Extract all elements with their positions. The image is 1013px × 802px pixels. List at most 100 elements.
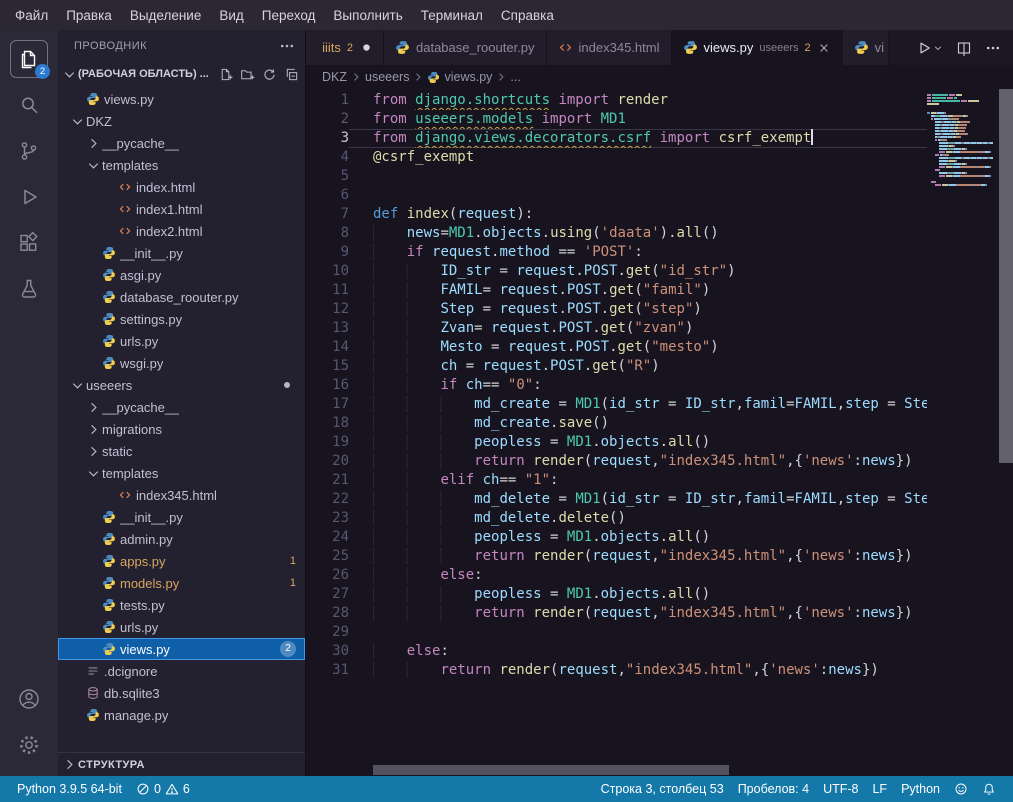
tree-item-urls-py[interactable]: urls.py bbox=[58, 616, 305, 638]
activity-source-control-button[interactable] bbox=[10, 132, 48, 170]
activity-extensions-button[interactable] bbox=[10, 224, 48, 262]
breadcrumb-item[interactable]: views.py bbox=[427, 70, 492, 84]
status-feedback[interactable] bbox=[947, 776, 975, 802]
tree-item-urls-py[interactable]: urls.py bbox=[58, 330, 305, 352]
menu-item[interactable]: Переход bbox=[253, 4, 325, 27]
status-language[interactable]: Python bbox=[894, 776, 947, 802]
tree-item-apps-py[interactable]: apps.py1 bbox=[58, 550, 305, 572]
code-line[interactable]: 4@csrf_exempt bbox=[306, 148, 927, 167]
code-line[interactable]: 6 bbox=[306, 186, 927, 205]
code-line[interactable]: 18 md_create.save() bbox=[306, 414, 927, 433]
status-encoding[interactable]: UTF-8 bbox=[816, 776, 865, 802]
status-python-version[interactable]: Python 3.9.5 64-bit bbox=[10, 776, 129, 802]
tree-item-manage-py[interactable]: manage.py bbox=[58, 704, 305, 726]
tree-item-useeers[interactable]: useeers bbox=[58, 374, 305, 396]
tab-index345-html[interactable]: index345.html bbox=[547, 30, 672, 65]
code-line[interactable]: 7def index(request): bbox=[306, 205, 927, 224]
menu-item[interactable]: Вид bbox=[210, 4, 252, 27]
breadcrumb-item[interactable]: DKZ bbox=[322, 70, 347, 84]
code-line[interactable]: 16 if ch== "0": bbox=[306, 376, 927, 395]
tree-item-init-py[interactable]: __init__.py bbox=[58, 242, 305, 264]
collapse-all-button[interactable] bbox=[284, 67, 299, 82]
tree-item-index345-html[interactable]: index345.html bbox=[58, 484, 305, 506]
menu-item[interactable]: Терминал bbox=[412, 4, 492, 27]
chevron-right-icon[interactable] bbox=[84, 134, 102, 152]
refresh-button[interactable] bbox=[262, 67, 277, 82]
menu-item[interactable]: Файл bbox=[6, 4, 57, 27]
tree-item-init-py[interactable]: __init__.py bbox=[58, 506, 305, 528]
breadcrumb-item[interactable]: ... bbox=[510, 70, 520, 84]
tree-item-static[interactable]: static bbox=[58, 440, 305, 462]
chevron-right-icon[interactable] bbox=[84, 420, 102, 438]
tree-item-index-html[interactable]: index.html bbox=[58, 176, 305, 198]
tab-database-roouter-py[interactable]: database_roouter.py bbox=[384, 30, 547, 65]
split-editor-button[interactable] bbox=[956, 40, 972, 56]
tab-vi[interactable]: vi bbox=[843, 30, 889, 65]
code-line[interactable]: 10 ID_str = request.POST.get("id_str") bbox=[306, 262, 927, 281]
code-line[interactable]: 14 Mesto = request.POST.get("mesto") bbox=[306, 338, 927, 357]
activity-settings-button[interactable] bbox=[10, 726, 48, 764]
activity-accounts-button[interactable] bbox=[10, 680, 48, 718]
tree-item-pycache[interactable]: __pycache__ bbox=[58, 396, 305, 418]
code-line[interactable]: 12 Step = request.POST.get("step") bbox=[306, 300, 927, 319]
code-line[interactable]: 30 else: bbox=[306, 642, 927, 661]
code-line[interactable]: 21 elif ch== "1": bbox=[306, 471, 927, 490]
tree-item-wsgi-py[interactable]: wsgi.py bbox=[58, 352, 305, 374]
tree-item-db-sqlite3[interactable]: db.sqlite3 bbox=[58, 682, 305, 704]
status-problems[interactable]: 06 bbox=[129, 776, 197, 802]
activity-testing-button[interactable] bbox=[10, 270, 48, 308]
chevron-down-icon[interactable] bbox=[84, 464, 102, 482]
tree-item-pycache[interactable]: __pycache__ bbox=[58, 132, 305, 154]
close-icon[interactable] bbox=[817, 41, 831, 55]
activity-search-button[interactable] bbox=[10, 86, 48, 124]
chevron-down-icon[interactable] bbox=[68, 112, 86, 130]
tree-item-tests-py[interactable]: tests.py bbox=[58, 594, 305, 616]
minimap[interactable] bbox=[927, 89, 999, 764]
tree-item-templates[interactable]: templates bbox=[58, 462, 305, 484]
code-line[interactable]: 15 ch = request.POST.get("R") bbox=[306, 357, 927, 376]
status-notifications-bell[interactable] bbox=[975, 776, 1003, 802]
tree-item-admin-py[interactable]: admin.py bbox=[58, 528, 305, 550]
code-line[interactable]: 8 news=MD1.objects.using('daata').all() bbox=[306, 224, 927, 243]
activity-run-debug-button[interactable] bbox=[10, 178, 48, 216]
chevron-down-icon[interactable] bbox=[68, 376, 86, 394]
menu-item[interactable]: Выделение bbox=[121, 4, 211, 27]
code-line[interactable]: 11 FAMIL= request.POST.get("famil") bbox=[306, 281, 927, 300]
code-line[interactable]: 31 return render(request,"index345.html"… bbox=[306, 661, 927, 680]
more-actions-button[interactable] bbox=[985, 40, 1001, 56]
menu-item[interactable]: Правка bbox=[57, 4, 121, 27]
tree-item-index1-html[interactable]: index1.html bbox=[58, 198, 305, 220]
breadcrumb-item[interactable]: useeers bbox=[365, 70, 409, 84]
editor[interactable]: 1from django.shortcuts import render2fro… bbox=[306, 89, 1013, 764]
outline-section-header[interactable]: СТРУКТУРА bbox=[58, 752, 305, 776]
tree-item-settings-py[interactable]: settings.py bbox=[58, 308, 305, 330]
vertical-scrollbar-thumb[interactable] bbox=[999, 89, 1013, 463]
tree-item-database-roouter-py[interactable]: database_roouter.py bbox=[58, 286, 305, 308]
code-line[interactable]: 28 return render(request,"index345.html"… bbox=[306, 604, 927, 623]
tree-item-dcignore[interactable]: .dcignore bbox=[58, 660, 305, 682]
code-line[interactable]: 27 peopless = MD1.objects.all() bbox=[306, 585, 927, 604]
tree-item-migrations[interactable]: migrations bbox=[58, 418, 305, 440]
horizontal-scrollbar[interactable] bbox=[306, 764, 1013, 776]
chevron-right-icon[interactable] bbox=[84, 398, 102, 416]
code-line[interactable]: 2from useeers.models import MD1 bbox=[306, 110, 927, 129]
code-line[interactable]: 20 return render(request,"index345.html"… bbox=[306, 452, 927, 471]
tab-iiits[interactable]: iiits2 bbox=[306, 30, 384, 65]
code-line[interactable]: 3from django.views.decorators.csrf impor… bbox=[306, 129, 927, 148]
code-line[interactable]: 24 peopless = MD1.objects.all() bbox=[306, 528, 927, 547]
tree-item-views-py[interactable]: views.py2 bbox=[58, 638, 305, 660]
more-actions-icon[interactable] bbox=[279, 38, 295, 54]
code-line[interactable]: 23 md_delete.delete() bbox=[306, 509, 927, 528]
new-file-button[interactable] bbox=[218, 67, 233, 82]
new-folder-button[interactable] bbox=[240, 67, 255, 82]
code-line[interactable]: 22 md_delete = MD1(id_str = ID_str,famil… bbox=[306, 490, 927, 509]
code-line[interactable]: 1from django.shortcuts import render bbox=[306, 91, 927, 110]
code-line[interactable]: 5 bbox=[306, 167, 927, 186]
code-line[interactable]: 13 Zvan= request.POST.get("zvan") bbox=[306, 319, 927, 338]
tree-item-dkz[interactable]: DKZ bbox=[58, 110, 305, 132]
tree-item-index2-html[interactable]: index2.html bbox=[58, 220, 305, 242]
code-line[interactable]: 19 peopless = MD1.objects.all() bbox=[306, 433, 927, 452]
code-area[interactable]: 1from django.shortcuts import render2fro… bbox=[306, 89, 927, 764]
code-line[interactable]: 17 md_create = MD1(id_str = ID_str,famil… bbox=[306, 395, 927, 414]
horizontal-scrollbar-thumb[interactable] bbox=[373, 765, 729, 775]
